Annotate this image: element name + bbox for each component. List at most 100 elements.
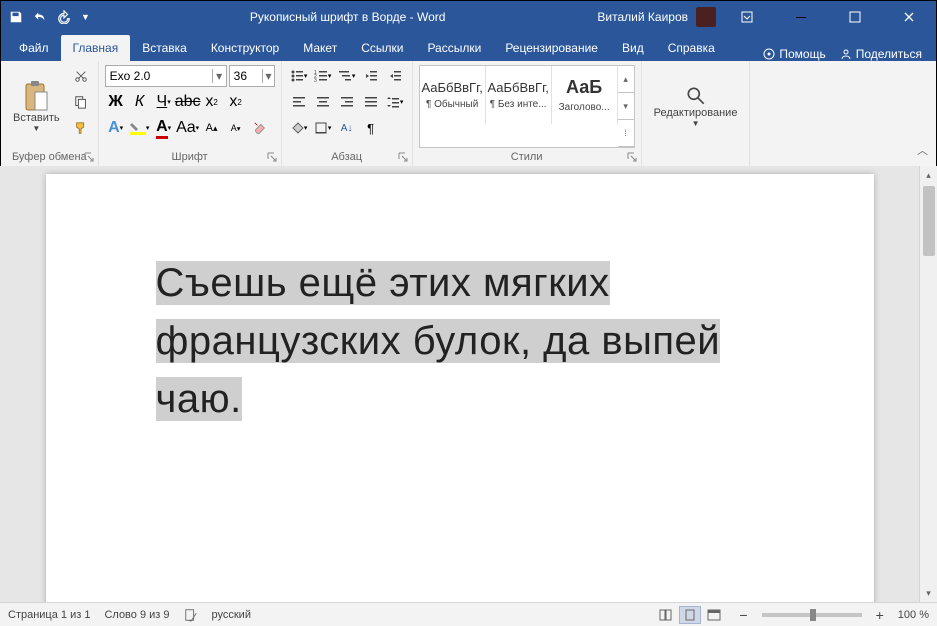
change-case-button[interactable]: Aa▾	[177, 117, 199, 139]
qat-customize-icon[interactable]: ▼	[81, 12, 90, 22]
style-normal[interactable]: АаБбВвГг,¶ Обычный	[420, 66, 486, 124]
strikethrough-button[interactable]: abc	[177, 91, 199, 113]
highlight-icon	[130, 121, 146, 135]
tell-me-button[interactable]: Помощь	[763, 47, 825, 61]
gallery-up-button[interactable]: ▴	[618, 66, 634, 93]
zoom-out-button[interactable]: −	[739, 607, 747, 623]
style-heading1[interactable]: АаБЗаголово...	[552, 66, 618, 124]
font-name-combo[interactable]: ▾	[105, 65, 227, 87]
redo-icon[interactable]	[57, 10, 71, 24]
status-language[interactable]: русский	[212, 609, 251, 621]
align-center-button[interactable]	[312, 91, 334, 113]
editing-dropdown[interactable]: Редактирование ▼	[648, 65, 744, 148]
font-size-combo[interactable]: ▾	[229, 65, 275, 87]
group-paragraph: ▾ 123▾ ▾ ▾ ▾ ▾ A↓ ¶ Абзац	[282, 61, 413, 166]
justify-button[interactable]	[360, 91, 382, 113]
scroll-down-button[interactable]: ▾	[920, 584, 937, 602]
minimize-button[interactable]	[778, 1, 824, 33]
chevron-down-icon: ▾	[262, 69, 273, 83]
bold-button[interactable]: Ж	[105, 91, 127, 113]
italic-button[interactable]: К	[129, 91, 151, 113]
tab-home[interactable]: Главная	[61, 35, 131, 61]
shading-button[interactable]: ▾	[288, 117, 310, 139]
dialog-launcher-icon[interactable]	[397, 151, 409, 163]
show-marks-button[interactable]: ¶	[360, 117, 382, 139]
close-button[interactable]	[886, 1, 932, 33]
document-text[interactable]: Съешь ещё этих мягких французских булок,…	[156, 254, 764, 428]
vertical-scrollbar[interactable]: ▴ ▾	[919, 166, 937, 602]
decrease-indent-button[interactable]	[360, 65, 382, 87]
format-painter-button[interactable]	[70, 117, 92, 139]
tab-file[interactable]: Файл	[7, 35, 61, 61]
tab-help[interactable]: Справка	[656, 35, 727, 61]
group-label-clipboard: Буфер обмена	[7, 148, 92, 166]
text-effects-button[interactable]: A▾	[105, 117, 127, 139]
maximize-button[interactable]	[832, 1, 878, 33]
scissors-icon	[74, 69, 88, 83]
align-right-icon	[340, 95, 354, 109]
ribbon-options-button[interactable]	[724, 1, 770, 33]
tab-view[interactable]: Вид	[610, 35, 656, 61]
user-avatar[interactable]	[696, 7, 716, 27]
collapse-ribbon-icon[interactable]: ︿	[917, 142, 928, 158]
window-title: Рукописный шрифт в Ворде - Word	[98, 10, 598, 24]
print-layout-button[interactable]	[679, 606, 701, 624]
web-icon	[707, 609, 721, 621]
document-page[interactable]: Съешь ещё этих мягких французских булок,…	[46, 174, 874, 602]
read-mode-button[interactable]	[655, 606, 677, 624]
tab-insert[interactable]: Вставка	[130, 35, 199, 61]
tab-layout[interactable]: Макет	[291, 35, 349, 61]
align-left-icon	[292, 95, 306, 109]
web-layout-button[interactable]	[703, 606, 725, 624]
highlight-button[interactable]: ▾	[129, 117, 151, 139]
increase-indent-button[interactable]	[384, 65, 406, 87]
tab-design[interactable]: Конструктор	[199, 35, 291, 61]
dialog-launcher-icon[interactable]	[83, 151, 95, 163]
undo-icon[interactable]	[33, 10, 47, 24]
borders-button[interactable]: ▾	[312, 117, 334, 139]
superscript-button[interactable]: x2	[225, 91, 247, 113]
gallery-more-button[interactable]: ⁞	[618, 120, 634, 147]
justify-icon	[364, 95, 378, 109]
paste-button[interactable]: Вставить ▼	[7, 65, 66, 148]
numbering-button[interactable]: 123▾	[312, 65, 334, 87]
align-left-button[interactable]	[288, 91, 310, 113]
bullets-button[interactable]: ▾	[288, 65, 310, 87]
paint-bucket-icon	[290, 121, 304, 135]
status-words[interactable]: Слово 9 из 9	[104, 609, 169, 621]
zoom-level[interactable]: 100 %	[898, 609, 929, 621]
gallery-down-button[interactable]: ▾	[618, 93, 634, 120]
copy-button[interactable]	[70, 91, 92, 113]
dialog-launcher-icon[interactable]	[626, 151, 638, 163]
zoom-in-button[interactable]: +	[876, 607, 884, 623]
page-scroll[interactable]: Съешь ещё этих мягких французских булок,…	[0, 166, 919, 602]
status-page[interactable]: Страница 1 из 1	[8, 609, 90, 621]
scroll-up-button[interactable]: ▴	[920, 166, 937, 184]
scroll-thumb[interactable]	[923, 186, 935, 256]
save-icon[interactable]	[9, 10, 23, 24]
clear-formatting-button[interactable]	[249, 117, 271, 139]
zoom-slider-thumb[interactable]	[810, 609, 816, 621]
ribbon: Вставить ▼ Буфер обмена ▾ ▾ Ж К Ч▾ abc	[1, 61, 936, 167]
line-spacing-button[interactable]: ▾	[384, 91, 406, 113]
subscript-button[interactable]: x2	[201, 91, 223, 113]
tab-references[interactable]: Ссылки	[349, 35, 415, 61]
multilevel-list-button[interactable]: ▾	[336, 65, 358, 87]
style-no-spacing[interactable]: АаБбВвГг,¶ Без инте...	[486, 66, 552, 124]
user-name[interactable]: Виталий Каиров	[597, 10, 688, 24]
shrink-font-button[interactable]: A▾	[225, 117, 247, 139]
tab-mailings[interactable]: Рассылки	[415, 35, 493, 61]
title-bar: ▼ Рукописный шрифт в Ворде - Word Витали…	[1, 1, 936, 33]
group-font: ▾ ▾ Ж К Ч▾ abc x2 x2 A▾ ▾ A▾ Aa▾ A▴ A▾ Ш…	[99, 61, 282, 166]
align-right-button[interactable]	[336, 91, 358, 113]
sort-button[interactable]: A↓	[336, 117, 358, 139]
tab-review[interactable]: Рецензирование	[493, 35, 610, 61]
grow-font-button[interactable]: A▴	[201, 117, 223, 139]
underline-button[interactable]: Ч▾	[153, 91, 175, 113]
dialog-launcher-icon[interactable]	[266, 151, 278, 163]
font-color-button[interactable]: A▾	[153, 117, 175, 139]
cut-button[interactable]	[70, 65, 92, 87]
proofing-icon[interactable]	[184, 608, 198, 622]
zoom-slider[interactable]	[762, 613, 862, 617]
share-button[interactable]: Поделиться	[840, 47, 922, 61]
